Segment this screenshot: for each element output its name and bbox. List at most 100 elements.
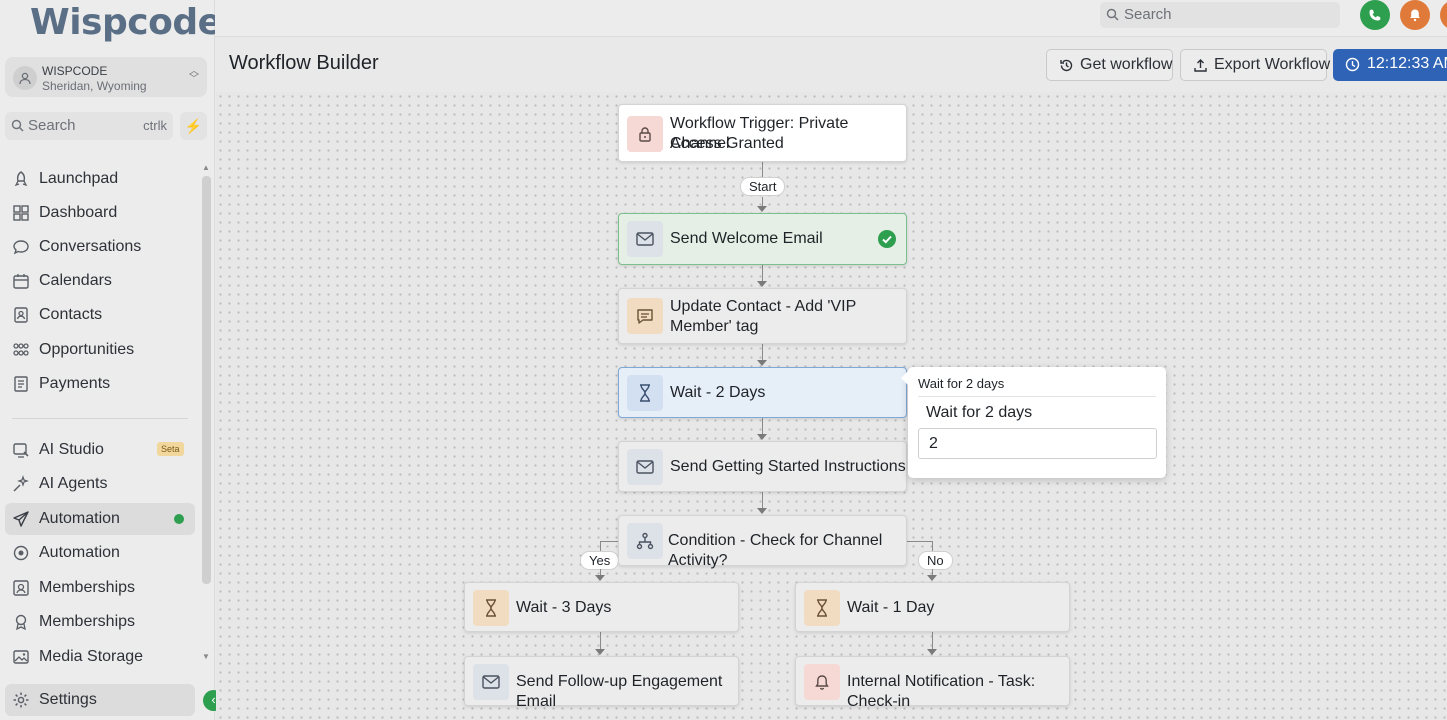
sidebar-item-ai-studio[interactable]: AI Studio Seta (5, 434, 195, 466)
sidebar-item-label: Conversations (39, 238, 142, 255)
sidebar-item-label: Memberships (39, 579, 136, 596)
rocket-icon (12, 170, 30, 188)
sidebar-item-label: Contacts (39, 306, 103, 323)
sidebar-item-label: Settings (39, 691, 97, 708)
wait-days-input[interactable] (918, 428, 1157, 459)
arrow-down-icon (757, 360, 767, 366)
beta-badge: Seta (157, 442, 184, 456)
wait-1-day-node[interactable]: Wait - 1 Day (795, 582, 1070, 632)
get-workflow-button[interactable]: Get workflow (1046, 49, 1173, 81)
arrow-down-icon (927, 649, 937, 655)
mail-icon (473, 664, 509, 700)
gear-icon (12, 691, 30, 709)
node-label: Send Welcome Email (670, 230, 823, 247)
grid-icon (12, 204, 30, 222)
arrow-down-icon (757, 508, 767, 514)
internal-notification-node[interactable]: Internal Notification - Task: Check-in (795, 656, 1070, 710)
sidebar-item-label: Calendars (39, 272, 112, 289)
quick-action-bolt-icon[interactable]: ⚡ (180, 112, 207, 140)
mail-icon (627, 449, 663, 485)
send-welcome-email-node[interactable]: Send Welcome Email (618, 213, 907, 265)
arrow-down-icon (757, 434, 767, 440)
hourglass-icon (473, 590, 509, 626)
user-icon (13, 66, 37, 90)
export-workflow-button[interactable]: Export Workflow (1180, 49, 1330, 81)
contacts-icon (12, 306, 30, 324)
sidebar-item-label: Launchpad (39, 170, 119, 187)
start-pill: Start (740, 177, 786, 196)
arrow-down-icon (595, 649, 605, 655)
sidebar-item-dashboard[interactable]: Dashboard (5, 197, 195, 229)
arrow-down-icon (927, 575, 937, 581)
brand-logo[interactable]: Wispcode (30, 2, 222, 43)
sidebar-item-payments[interactable]: Payments (5, 368, 195, 400)
sparkle-icon (12, 475, 30, 493)
node-label: Send Getting Started Instructions (670, 458, 906, 475)
arrow-down-icon (757, 206, 767, 212)
global-search-input[interactable]: Search (1100, 2, 1340, 28)
connector (762, 492, 763, 508)
wait-2-days-node[interactable]: Wait - 2 Days (618, 367, 907, 418)
clock-time: 12:12:33 AM (1367, 55, 1447, 72)
wait-settings-popover: Wait for 2 days Wait for 2 days (901, 367, 1166, 478)
popover-title: Wait for 2 days (918, 376, 1005, 391)
bell-icon[interactable] (1400, 0, 1430, 30)
workflow-trigger-node[interactable]: Workflow Trigger: Private Channel Access… (618, 104, 907, 162)
sidebar-item-media-storage[interactable]: Media Storage (5, 641, 195, 673)
funnel-icon (12, 341, 30, 359)
sidebar-item-label: AI Studio (39, 441, 104, 458)
help-button[interactable] (1440, 0, 1447, 30)
no-branch-pill: No (918, 551, 953, 570)
clock-time-button[interactable]: 12:12:33 AM (1333, 49, 1447, 81)
node-label: Wait - 1 Day (847, 599, 935, 616)
sidebar-item-label: Memberships (39, 613, 136, 630)
sidebar-item-label: Payments (39, 375, 111, 392)
sidebar-item-automation[interactable]: Automation (5, 537, 195, 569)
sidebar-item-memberships-2[interactable]: Memberships (5, 606, 195, 638)
ai-studio-icon (12, 441, 30, 459)
popover-divider (918, 396, 1156, 397)
clock-icon (1345, 57, 1360, 77)
search-shortcut: ctrlk (143, 118, 167, 133)
sidebar-item-conversations[interactable]: Conversations (5, 231, 195, 263)
popover-field-label: Wait for 2 days (926, 404, 1033, 421)
sidebar-item-memberships[interactable]: Memberships (5, 572, 195, 604)
membership-icon (12, 579, 30, 597)
condition-node[interactable]: Condition - Check for Channel Activity? (618, 515, 907, 569)
lock-icon (627, 116, 663, 152)
sidebar-item-label: Opportunities (39, 341, 135, 358)
scroll-up-icon[interactable]: ▲ (202, 163, 210, 172)
sidebar-item-launchpad[interactable]: Launchpad (5, 163, 195, 195)
account-switcher[interactable]: WISPCODE Sheridan, Wyoming ︿ ﹀ (5, 57, 207, 97)
send-follow-up-email-node[interactable]: Send Follow-up Engagement Email (464, 656, 739, 710)
sidebar-item-label: Automation (39, 544, 120, 561)
update-contact-node[interactable]: Update Contact - Add 'VIP Member' tag (618, 288, 907, 344)
sidebar-item-label: Dashboard (39, 204, 118, 221)
sidebar-item-automation-active[interactable]: Automation (5, 503, 195, 535)
message-icon (627, 298, 663, 334)
sidebar-item-settings[interactable]: Settings (5, 684, 195, 716)
sidebar-scrollbar[interactable] (202, 176, 211, 584)
phone-icon[interactable] (1360, 0, 1390, 30)
check-circle-icon (878, 230, 896, 248)
scroll-down-icon[interactable]: ▼ (202, 652, 210, 661)
branch-icon (627, 523, 663, 559)
node-label: Send Follow-up Engagement Email (516, 673, 723, 710)
sidebar-item-label: Media Storage (39, 648, 144, 665)
sidebar-item-ai-agents[interactable]: AI Agents (5, 468, 195, 500)
sidebar-item-calendars[interactable]: Calendars (5, 265, 195, 297)
sidebar-item-contacts[interactable]: Contacts (5, 299, 195, 331)
node-label-line2: Member' tag (670, 318, 759, 335)
global-search-placeholder: Search (1124, 6, 1172, 23)
arrow-down-icon (757, 281, 767, 287)
active-status-dot (174, 514, 184, 524)
sidebar-item-opportunities[interactable]: Opportunities (5, 334, 195, 366)
send-getting-started-node[interactable]: Send Getting Started Instructions (618, 441, 907, 492)
hourglass-icon (627, 375, 663, 411)
wait-3-days-node[interactable]: Wait - 3 Days (464, 582, 739, 632)
chat-icon (12, 238, 30, 256)
connector (932, 632, 933, 650)
connector (762, 265, 763, 281)
chevron-updown-icon: ︿ ﹀ (189, 66, 199, 85)
sidebar-search[interactable]: Search ctrlk (5, 112, 173, 140)
